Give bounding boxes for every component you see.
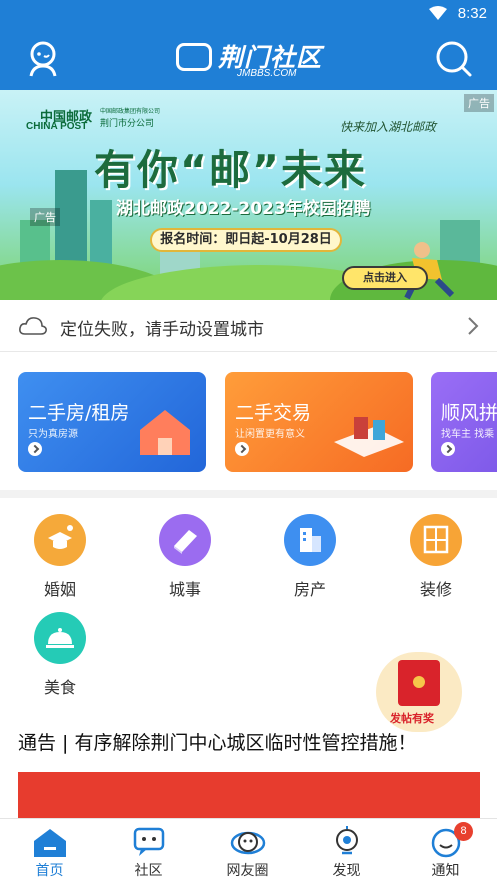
red-envelope-icon [398,660,440,706]
cabinet-icon [410,514,462,566]
brand-group: 中国邮政集团有限公司 [100,108,161,115]
building-icon [284,514,336,566]
top-navigation-bar: 荆门社区 JMBBS.COM [0,28,497,90]
notice-headline[interactable]: 通告 | 有序解除荆门中心城区临时性管控措施！ [18,728,416,755]
logo-domain: JMBBS.COM [237,68,297,79]
post-reward-button[interactable]: 发帖有奖 [376,652,462,732]
arrow-icon [441,442,455,456]
dish-icon [34,612,86,664]
category-real-estate[interactable]: 房产 [269,514,349,599]
tab-label: 发现 [332,863,361,879]
category-label: 婚姻 [43,580,76,599]
location-bar[interactable]: 定位失败，请手动设置城市 [0,300,497,352]
arrow-icon [28,442,42,456]
category-label: 城事 [168,580,201,599]
category-label: 房产 [293,580,326,599]
notice-image[interactable] [18,772,480,818]
card-title: 二手交易 [235,402,312,424]
ad-label-secondary: 广告 [30,208,60,226]
hat-icon [34,514,86,566]
feature-cards: 二手房/租房 只为真房源 二手交易 让闲置更有意义 顺风拼 找车主 找乘 [0,352,497,490]
section-divider [0,490,497,498]
logo-mark-icon [176,43,212,71]
card-subtitle: 让闲置更有意义 [235,429,305,440]
tab-community[interactable]: 社区 [99,819,198,884]
banner-subline: 湖北邮政2022-2023年校园招聘 [116,199,371,219]
tab-friends[interactable]: 网友圈 [198,819,297,884]
enter-button[interactable]: 点击进入 [342,266,428,290]
card-subtitle: 只为真房源 [28,429,78,440]
reward-label: 发帖有奖 [390,712,434,725]
cloud-icon [18,315,48,341]
category-city-news[interactable]: 城事 [144,514,224,599]
card-second-hand-housing[interactable]: 二手房/租房 只为真房源 [18,372,206,472]
category-marriage[interactable]: 婚姻 [19,514,99,599]
category-food[interactable]: 美食 [19,612,99,697]
wifi-icon [429,6,447,24]
ad-label: 广告 [464,94,494,112]
chat-icon [133,827,165,856]
banner-ad[interactable]: 广告 广告 中国邮政 CHINA POST 中国邮政集团有限公司 荆门市分公司 … [0,90,497,300]
china-post-brand-en: CHINA POST [26,121,88,132]
status-bar: 8:32 [0,0,497,28]
location-text: 定位失败，请手动设置城市 [60,320,264,340]
category-label: 美食 [43,678,76,697]
card-subtitle: 找车主 找乘 [441,429,495,440]
tab-home[interactable]: 首页 [0,819,99,884]
user-icon[interactable] [26,40,60,82]
lightbulb-icon [336,826,358,855]
home-icon [34,829,66,857]
notification-badge: 8 [454,822,473,841]
card-title: 二手房/租房 [28,402,130,424]
tab-label: 首页 [35,863,64,879]
banner-tagline: 快来加入湖北邮政 [340,120,437,134]
planet-icon [230,831,266,855]
arrow-icon [235,442,249,456]
tab-notifications[interactable]: 8 通知 [396,819,495,884]
brand-branch: 荆门市分公司 [100,119,155,129]
bottom-tab-bar: 首页 社区 网友圈 发现 8 通知 [0,818,497,883]
tab-label: 网友圈 [226,863,269,879]
chevron-right-icon [467,316,479,340]
tab-discover[interactable]: 发现 [297,819,396,884]
tab-label: 通知 [431,863,460,879]
search-icon[interactable] [435,40,473,82]
banner-headline: 有你“邮”未来 [94,146,367,194]
status-time: 8:32 [457,5,487,22]
card-carpool[interactable]: 顺风拼 找车主 找乘 [431,372,497,472]
book-icon [159,514,211,566]
card-title: 顺风拼 [441,402,497,424]
tab-label: 社区 [134,863,163,879]
house-icon [140,410,190,455]
shop-icon [334,417,404,457]
app-logo: 荆门社区 JMBBS.COM [176,40,326,82]
card-second-hand-trade[interactable]: 二手交易 让闲置更有意义 [225,372,413,472]
banner-date: 报名时间：即日起-10月28日 [150,228,342,252]
category-label: 装修 [419,580,452,599]
category-decoration[interactable]: 装修 [395,514,475,599]
